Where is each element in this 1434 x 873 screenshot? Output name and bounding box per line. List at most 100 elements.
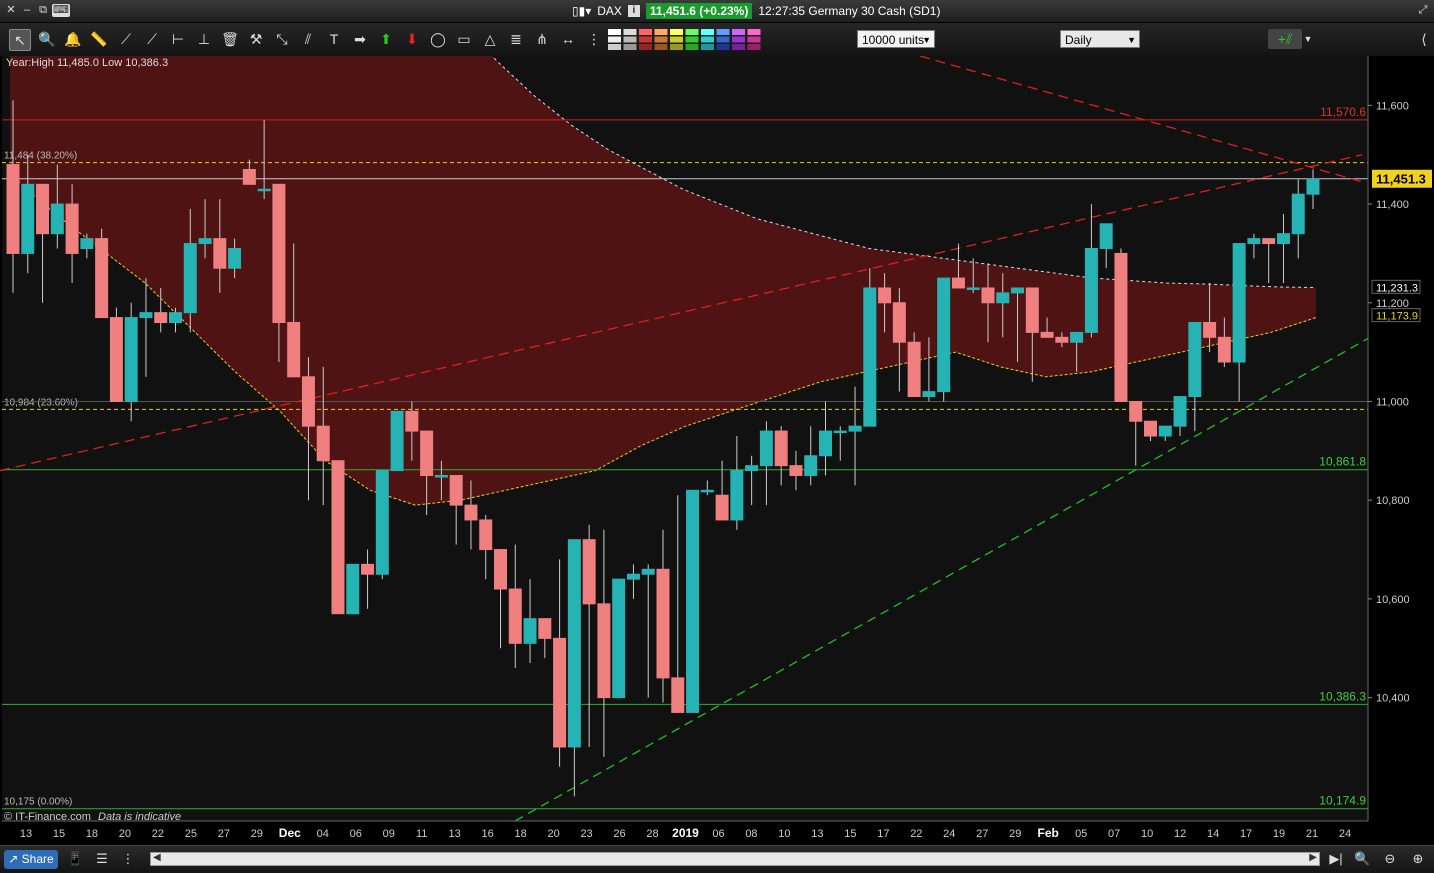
candle-body[interactable] [1276,233,1290,245]
candle-body[interactable] [863,287,877,427]
ray-tool-icon[interactable]: ⟋ [142,29,162,49]
arrow-right-icon[interactable]: ➡ [350,29,370,49]
color-swatch[interactable] [670,44,683,50]
color-swatch[interactable] [608,29,621,35]
scroll-right-icon[interactable]: ▶ [1309,852,1317,863]
candle-body[interactable] [331,460,345,615]
arrow-up-icon[interactable]: ⬆ [376,29,396,49]
candle-body[interactable] [1114,252,1128,402]
color-swatch[interactable] [654,36,668,43]
candle-body[interactable] [1232,243,1246,363]
zoom-out-icon[interactable]: ⊖ [1382,851,1398,867]
candle-body[interactable] [508,588,522,644]
info-icon[interactable]: i [627,5,640,17]
candle-body[interactable] [1203,322,1217,338]
alert-bell-icon[interactable]: 🔔 [63,29,83,49]
candle-body[interactable] [1306,178,1320,195]
trash-icon[interactable]: 🗑 [220,29,240,49]
candle-body[interactable] [937,277,951,393]
candle-body[interactable] [375,470,389,575]
candle-body[interactable] [1188,322,1202,398]
candle-body[interactable] [154,312,168,324]
phone-icon[interactable]: 📱 [67,851,83,867]
candle-body[interactable] [272,183,286,324]
candle-body[interactable] [420,430,434,477]
candle-body[interactable] [1084,247,1098,333]
zoom-icon[interactable]: 🔍 [37,29,57,49]
fib-fan-icon[interactable]: ⋔ [532,29,552,49]
candle-body[interactable] [257,188,271,192]
channel-icon[interactable]: ⤡ [272,29,292,49]
candle-body[interactable] [597,603,611,699]
color-swatch[interactable] [716,29,730,35]
candle-body[interactable] [730,470,744,521]
candle-body[interactable] [1099,223,1113,249]
candle-body[interactable] [774,430,788,467]
candle-body[interactable] [686,489,700,713]
color-swatch[interactable] [670,29,683,35]
indicators-icon[interactable]: ⋮ [120,851,136,867]
color-swatch[interactable] [654,29,668,35]
candle-body[interactable] [907,341,921,398]
ruler-icon[interactable]: 📏 [89,29,109,49]
candle-body[interactable] [1173,396,1187,427]
candle-body[interactable] [759,430,773,467]
candle-body[interactable] [65,203,79,254]
close-icon[interactable]: ✕ [4,4,18,17]
arrow-down-icon[interactable]: ⬇ [402,29,422,49]
candle-body[interactable] [139,312,153,319]
zoom-fit-icon[interactable]: 🔍 [1354,851,1370,867]
color-swatch[interactable] [639,36,652,43]
candle-body[interactable] [361,563,375,575]
measure-icon[interactable]: ↔ [558,29,578,49]
candle-body[interactable] [833,430,847,434]
price-chart[interactable]: 11,570.6 10,861.8 10,386.3 10,174.9 11,484 (… [0,56,1434,845]
color-swatch[interactable] [716,36,730,43]
period-icon[interactable]: ⋮ [584,29,604,49]
text-tool-icon[interactable]: T [324,29,344,49]
candle-body[interactable] [789,465,803,477]
candle-body[interactable] [1055,336,1069,343]
candle-body[interactable] [848,425,862,432]
units-select[interactable]: 10000 units ▼ [857,30,935,48]
color-swatch[interactable] [732,29,745,35]
color-swatch[interactable] [685,44,699,50]
candle-body[interactable] [878,287,892,304]
jump-end-icon[interactable]: ▶| [1328,851,1344,867]
pointer-icon[interactable]: ↖ [9,29,31,51]
color-swatch[interactable] [685,29,699,35]
candle-body[interactable] [1262,238,1276,245]
candle-body[interactable] [612,578,626,699]
line-tool-icon[interactable]: ⟋ [116,29,136,49]
color-palette[interactable] [608,29,764,51]
candle-body[interactable] [1129,400,1143,422]
color-swatch[interactable] [747,36,761,43]
candle-body[interactable] [124,317,138,402]
candle-body[interactable] [700,489,714,493]
timeframe-select[interactable]: Daily ▼ [1060,30,1140,48]
keyboard-icon[interactable]: ⌨ [52,4,70,17]
candle-body[interactable] [892,302,906,343]
candle-body[interactable] [494,549,507,590]
color-swatch[interactable] [608,44,621,50]
parallel-lines-icon[interactable]: ⫽ [298,29,318,49]
color-swatch[interactable] [685,36,699,43]
color-swatch[interactable] [701,44,714,50]
candle-body[interactable] [641,568,655,575]
scroll-left-icon[interactable]: ◀ [153,852,161,863]
candle-body[interactable] [523,618,537,644]
color-swatch[interactable] [747,29,761,35]
add-indicator-icon[interactable]: +⫽ [1268,29,1302,49]
candle-body[interactable] [213,238,227,269]
candle-body[interactable] [228,247,242,269]
color-swatch[interactable] [701,36,714,43]
fullscreen-icon[interactable]: ⤢ [1416,4,1430,17]
color-swatch[interactable] [670,36,683,43]
candle-body[interactable] [1040,331,1054,338]
candle-body[interactable] [819,430,832,457]
candle-body[interactable] [567,539,581,748]
candle-body[interactable] [922,391,936,398]
color-swatch[interactable] [623,29,637,35]
candle-body[interactable] [479,519,493,551]
candle-body[interactable] [464,504,478,521]
